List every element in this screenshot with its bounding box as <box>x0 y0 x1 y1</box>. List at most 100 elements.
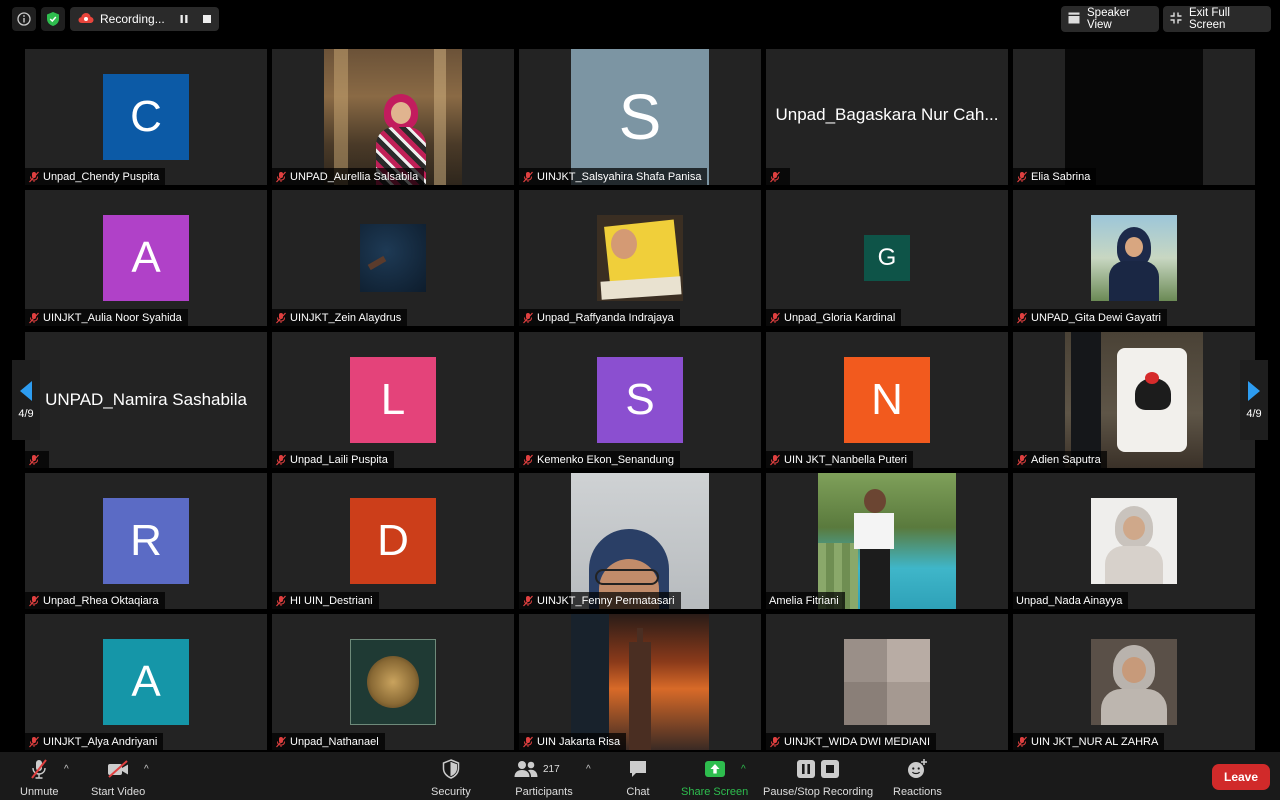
participant-tile[interactable]: UNPAD_Gita Dewi Gayatri <box>1013 190 1255 326</box>
avatar: S <box>597 357 683 443</box>
start-video-button[interactable]: Start Video <box>91 758 145 798</box>
participant-name: UINJKT_Alya Andriyani <box>43 735 158 748</box>
participant-tile[interactable]: L Unpad_Laili Puspita <box>272 332 514 468</box>
participant-nameplate: UINJKT_Zein Alaydrus <box>272 309 408 326</box>
muted-mic-icon <box>1017 454 1027 465</box>
participant-tile[interactable]: UINJKT_Zein Alaydrus <box>272 190 514 326</box>
participant-tile[interactable]: C Unpad_Chendy Puspita <box>25 49 267 185</box>
participant-nameplate: UINJKT_Aulia Noor Syahida <box>25 309 188 326</box>
participant-tile[interactable]: UNPAD_Namira Sashabila <box>25 332 267 468</box>
participant-name: UIN JKT_NUR AL ZAHRA <box>1031 735 1159 748</box>
audio-options-caret-icon[interactable]: ^ <box>64 764 69 775</box>
participant-nameplate: UIN Jakarta Risa <box>519 733 627 750</box>
participant-photo <box>1091 498 1177 584</box>
participants-options-caret-icon[interactable]: ^ <box>586 764 591 775</box>
leave-button[interactable]: Leave <box>1212 764 1270 790</box>
info-icon[interactable] <box>12 7 36 31</box>
participant-display-name: UNPAD_Namira Sashabila <box>45 390 247 409</box>
page-indicator-right: 4/9 <box>1246 408 1262 420</box>
participant-tile[interactable]: UINJKT_WIDA DWI MEDIANI <box>766 614 1008 750</box>
participant-nameplate: Unpad_Chendy Puspita <box>25 168 166 185</box>
chat-bubble-icon <box>625 758 651 780</box>
muted-mic-icon <box>523 736 533 747</box>
participant-photo <box>844 639 930 725</box>
participant-nameplate <box>25 451 49 468</box>
participant-tile[interactable]: G Unpad_Gloria Kardinal <box>766 190 1008 326</box>
muted-mic-icon <box>1017 736 1027 747</box>
avatar: R <box>103 498 189 584</box>
muted-mic-icon <box>29 454 39 465</box>
participant-tile[interactable]: N UIN JKT_Nanbella Puteri <box>766 332 1008 468</box>
participant-nameplate: Unpad_Laili Puspita <box>272 451 394 468</box>
muted-mic-icon <box>1017 171 1027 182</box>
pause-stop-recording-button[interactable]: Pause/Stop Recording <box>763 758 873 798</box>
participant-tile[interactable]: A UINJKT_Aulia Noor Syahida <box>25 190 267 326</box>
exit-fullscreen-button[interactable]: Exit Full Screen <box>1163 6 1271 32</box>
cloud-recording-icon <box>78 12 94 27</box>
participant-name: Adien Saputra <box>1031 453 1101 466</box>
participant-name: Unpad_Nada Ainayya <box>1016 594 1123 607</box>
share-screen-button[interactable]: Share Screen <box>681 758 748 798</box>
previous-page-button[interactable]: 4/9 <box>12 360 40 440</box>
next-page-button[interactable]: 4/9 <box>1240 360 1268 440</box>
pause-recording-icon[interactable] <box>178 13 190 25</box>
participant-tile[interactable]: Amelia Fitriani <box>766 473 1008 609</box>
reactions-button[interactable]: Reactions <box>893 758 942 798</box>
participant-tile[interactable]: Unpad_Raffyanda Indrajaya <box>519 190 761 326</box>
muted-mic-icon <box>523 595 533 606</box>
muted-mic-icon <box>770 312 780 323</box>
participant-tile[interactable]: Unpad_Nada Ainayya <box>1013 473 1255 609</box>
chat-button[interactable]: Chat <box>625 758 651 798</box>
share-options-caret-icon[interactable]: ^ <box>741 764 746 775</box>
participant-photo <box>597 215 683 301</box>
participant-tile[interactable]: Elia Sabrina <box>1013 49 1255 185</box>
participant-name: UINJKT_Zein Alaydrus <box>290 311 402 324</box>
participant-tile[interactable]: S UINJKT_Salsyahira Shafa Panisa <box>519 49 761 185</box>
muted-mic-icon <box>276 595 286 606</box>
muted-mic-icon <box>29 736 39 747</box>
participant-name: UINJKT_Aulia Noor Syahida <box>43 311 182 324</box>
participant-name: UINJKT_WIDA DWI MEDIANI <box>784 735 931 748</box>
participant-tile[interactable]: Unpad_Nathanael <box>272 614 514 750</box>
video-off-icon <box>105 758 131 780</box>
participant-tile[interactable]: Adien Saputra <box>1013 332 1255 468</box>
participant-tile[interactable]: D HI UIN_Destriani <box>272 473 514 609</box>
muted-mic-icon <box>276 171 286 182</box>
participant-tile[interactable]: A UINJKT_Alya Andriyani <box>25 614 267 750</box>
security-button[interactable]: Security <box>431 758 471 798</box>
participants-button[interactable]: 217 Participants <box>514 758 574 798</box>
participant-tile[interactable]: UNPAD_Aurellia Salsabila <box>272 49 514 185</box>
stop-recording-icon <box>821 760 840 778</box>
speaker-view-button[interactable]: Speaker View <box>1061 6 1159 32</box>
muted-mic-icon <box>276 454 286 465</box>
unmute-button[interactable]: Unmute <box>20 758 59 798</box>
participant-tile[interactable]: UIN JKT_NUR AL ZAHRA <box>1013 614 1255 750</box>
participant-tile[interactable]: R Unpad_Rhea Oktaqiara <box>25 473 267 609</box>
participant-name: Kemenko Ekon_Senandung <box>537 453 674 466</box>
participant-nameplate: UINJKT_Salsyahira Shafa Panisa <box>519 168 708 185</box>
video-options-caret-icon[interactable]: ^ <box>144 764 149 775</box>
unmute-label: Unmute <box>20 786 59 798</box>
participant-name: UIN JKT_Nanbella Puteri <box>784 453 907 466</box>
participant-name: UNPAD_Aurellia Salsabila <box>290 170 419 183</box>
pause-stop-recording-label: Pause/Stop Recording <box>763 786 874 798</box>
participant-tile[interactable]: Unpad_Bagaskara Nur Cah... <box>766 49 1008 185</box>
pause-recording-icon <box>797 760 816 778</box>
muted-microphone-icon <box>26 758 52 780</box>
participant-video <box>571 473 709 609</box>
muted-mic-icon <box>29 595 39 606</box>
participant-name: UIN Jakarta Risa <box>537 735 621 748</box>
participant-tile[interactable]: UIN Jakarta Risa <box>519 614 761 750</box>
participant-video <box>1065 332 1203 468</box>
stop-recording-icon[interactable] <box>201 13 213 25</box>
participant-name: Unpad_Raffyanda Indrajaya <box>537 311 674 324</box>
participant-video <box>571 614 709 750</box>
shield-icon[interactable] <box>41 7 65 31</box>
participant-nameplate: UINJKT_WIDA DWI MEDIANI <box>766 733 937 750</box>
participant-tile[interactable]: S Kemenko Ekon_Senandung <box>519 332 761 468</box>
avatar: A <box>103 215 189 301</box>
participant-tile[interactable]: UINJKT_Fenny Permatasari <box>519 473 761 609</box>
participants-icon <box>514 761 538 777</box>
share-screen-icon <box>702 758 728 780</box>
participant-nameplate: Unpad_Raffyanda Indrajaya <box>519 309 680 326</box>
